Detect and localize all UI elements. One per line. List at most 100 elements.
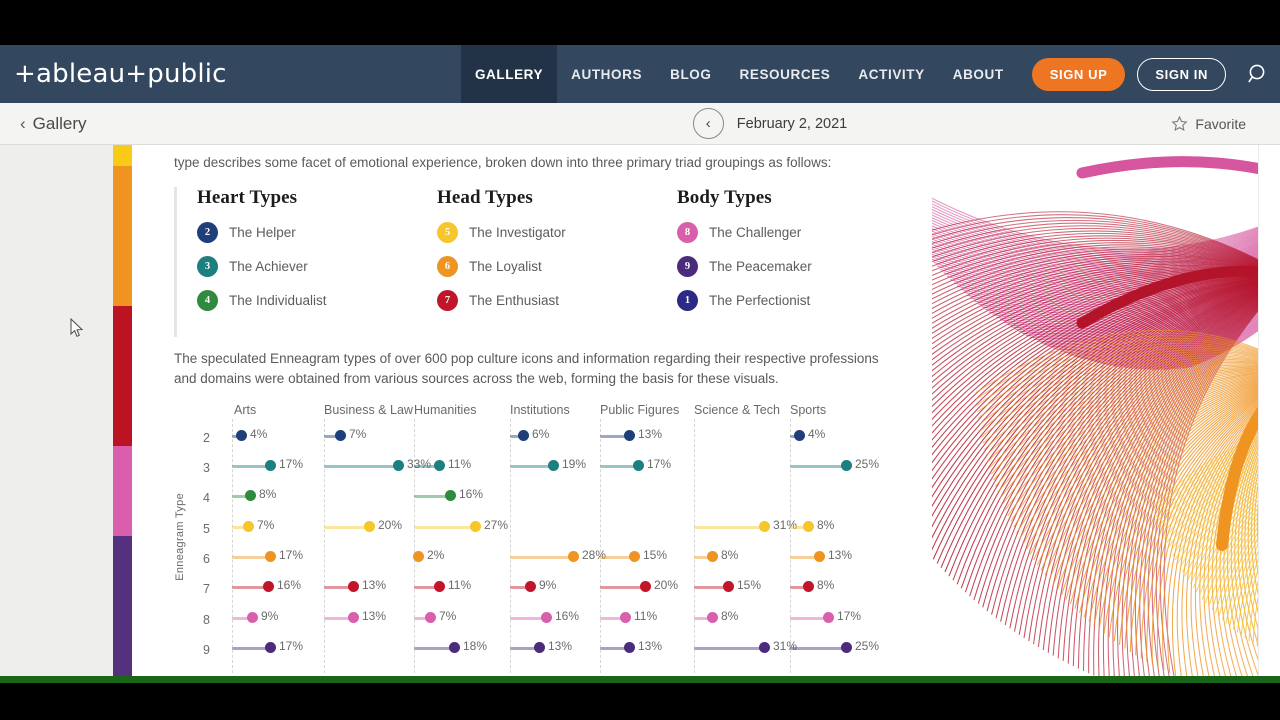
data-value-label: 16% xyxy=(459,487,484,501)
lollipop-dot xyxy=(265,642,276,653)
radial-enneagram-viz[interactable]: 8765 xyxy=(932,145,1280,676)
grid-line xyxy=(600,419,601,673)
viz-date: February 2, 2021 xyxy=(736,115,848,132)
lollipop-dot xyxy=(425,612,436,623)
favorite-button[interactable]: Favorite xyxy=(1080,115,1280,132)
nav-link-authors[interactable]: AUTHORS xyxy=(557,45,656,103)
data-point[interactable]: 13% xyxy=(790,548,914,564)
column-header-humanities: Humanities xyxy=(414,403,477,417)
lollipop-dot xyxy=(759,521,770,532)
type-badge-6: 6 xyxy=(437,256,458,277)
chevron-left-icon: ‹ xyxy=(20,113,26,133)
data-value-label: 8% xyxy=(721,609,739,623)
sign-up-button[interactable]: SIGN UP xyxy=(1031,57,1126,91)
data-point[interactable]: 25% xyxy=(790,639,914,655)
radial-svg: 8765 xyxy=(932,156,1280,676)
lollipop-dot xyxy=(335,430,346,441)
data-point[interactable]: 27% xyxy=(414,518,538,534)
canvas-left-gutter xyxy=(0,145,113,676)
lollipop-dot xyxy=(265,460,276,471)
data-point[interactable]: 13% xyxy=(600,427,724,443)
nav-link-blog[interactable]: BLOG xyxy=(656,45,725,103)
data-value-label: 20% xyxy=(378,518,403,532)
data-value-label: 7% xyxy=(439,609,457,623)
data-value-label: 11% xyxy=(448,457,472,471)
triad-column-2: Body Types 8 The Challenger 9 The Peacemaker… xyxy=(677,187,917,324)
data-value-label: 13% xyxy=(548,639,573,653)
type-label: The Individualist xyxy=(229,293,327,308)
row-label-3: 3 xyxy=(203,461,210,475)
data-point[interactable]: 16% xyxy=(414,487,538,503)
previous-day-button[interactable]: ‹ xyxy=(692,108,724,139)
data-point[interactable]: 25% xyxy=(790,457,914,473)
row-label-5: 5 xyxy=(203,522,210,536)
branch-trunk xyxy=(1076,156,1280,179)
tableau-public-logo[interactable]: +ableau+public xyxy=(0,45,461,103)
type-badge-8: 8 xyxy=(677,222,698,243)
lollipop-dot xyxy=(803,581,814,592)
lollipop-dot xyxy=(568,551,579,562)
lollipop-dot xyxy=(265,551,276,562)
dot-plot-chart: Enneagram Type Arts Business & Law Humanit… xyxy=(132,403,892,673)
data-value-label: 8% xyxy=(259,487,277,501)
data-point[interactable]: 8% xyxy=(232,487,356,503)
lollipop-dot xyxy=(803,521,814,532)
data-value-label: 13% xyxy=(362,578,387,592)
lollipop-dot xyxy=(364,521,375,532)
data-value-label: 8% xyxy=(817,578,835,592)
lollipop-dot xyxy=(624,642,635,653)
type-label: The Loyalist xyxy=(469,259,542,274)
lollipop-bar xyxy=(510,465,553,468)
lollipop-dot xyxy=(841,460,852,471)
grid-line xyxy=(232,419,233,673)
data-point[interactable]: 17% xyxy=(600,457,724,473)
breadcrumb-gallery[interactable]: ‹ Gallery xyxy=(0,114,500,134)
sign-in-button[interactable]: SIGN IN xyxy=(1137,57,1226,91)
breadcrumb-bar: ‹ Gallery ‹ February 2, 2021 Favorite xyxy=(0,103,1280,145)
column-header-public-figures: Public Figures xyxy=(600,403,680,417)
data-value-label: 20% xyxy=(654,578,679,592)
type-badge-9: 9 xyxy=(677,256,698,277)
type-badge-1: 1 xyxy=(677,290,698,311)
triad-groups: Heart Types 2 The Helper 3 The Achiever 4 The … xyxy=(174,187,934,337)
type-badge-7: 7 xyxy=(437,290,458,311)
lollipop-bar xyxy=(694,526,764,529)
column-header-arts: Arts xyxy=(234,403,257,417)
data-value-label: 27% xyxy=(484,518,509,532)
row-label-9: 9 xyxy=(203,643,210,657)
data-value-label: 6% xyxy=(532,427,550,441)
data-point[interactable]: 17% xyxy=(232,639,356,655)
lollipop-bar xyxy=(324,465,398,468)
triad-item: 5 The Investigator xyxy=(437,222,677,243)
nav-link-resources[interactable]: RESOURCES xyxy=(726,45,845,103)
lollipop-dot xyxy=(707,612,718,623)
screenshot-root: +ableau+public GALLERY AUTHORS BLOG RESO… xyxy=(0,0,1280,720)
grid-line xyxy=(510,419,511,673)
data-point[interactable]: 8% xyxy=(790,578,914,594)
letterbox-top xyxy=(0,0,1280,45)
data-point[interactable]: 4% xyxy=(790,427,914,443)
lollipop-dot xyxy=(823,612,834,623)
column-header-science-tech: Science & Tech xyxy=(694,403,780,417)
data-point[interactable]: 17% xyxy=(232,548,356,564)
data-point[interactable]: 7% xyxy=(324,427,448,443)
data-value-label: 16% xyxy=(555,609,580,623)
nav-link-gallery[interactable]: GALLERY xyxy=(460,45,558,103)
type-badge-3: 3 xyxy=(197,256,218,277)
lollipop-dot xyxy=(449,642,460,653)
bottom-green-bar xyxy=(0,676,1280,683)
data-point[interactable]: 17% xyxy=(790,609,914,625)
lollipop-dot xyxy=(263,581,274,592)
search-icon[interactable] xyxy=(1236,45,1280,103)
nav-link-activity[interactable]: ACTIVITY xyxy=(844,45,938,103)
triad-column-0: Heart Types 2 The Helper 3 The Achiever 4 The … xyxy=(197,187,437,324)
nav-link-about[interactable]: ABOUT xyxy=(939,45,1018,103)
lollipop-dot xyxy=(245,490,256,501)
type-label: The Enthusiast xyxy=(469,293,560,308)
row-label-7: 7 xyxy=(203,582,210,596)
data-point[interactable]: 8% xyxy=(790,518,914,534)
lollipop-bar xyxy=(510,556,573,559)
triad-title: Head Types xyxy=(437,187,533,208)
favorite-label: Favorite xyxy=(1195,115,1246,132)
lollipop-bar xyxy=(414,647,454,650)
